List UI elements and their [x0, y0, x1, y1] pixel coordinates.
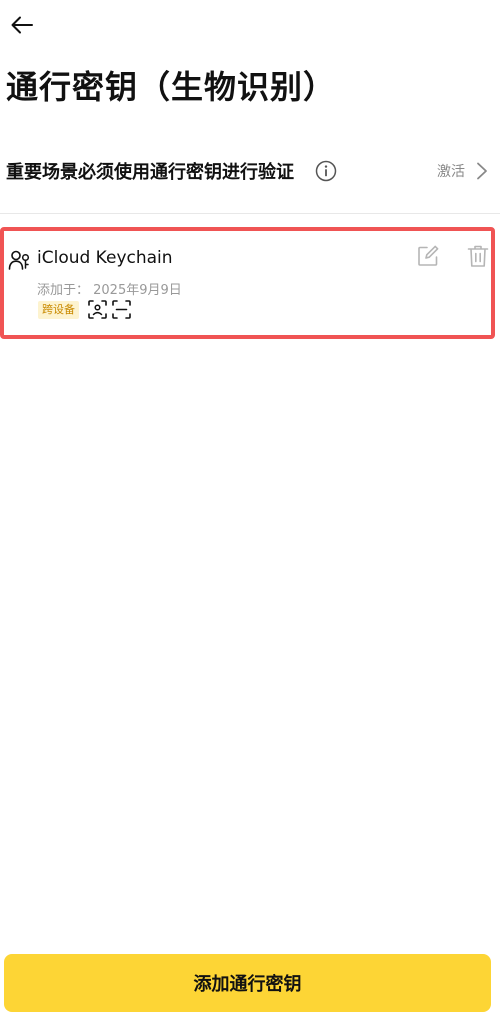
users-icon	[8, 250, 30, 270]
back-button[interactable]	[4, 8, 40, 42]
passkey-card: iCloud Keychain 添加于： 2025年9月9日 跨设备	[0, 227, 495, 339]
page-title: 通行密钥（生物识别）	[6, 68, 337, 106]
arrow-left-icon	[11, 16, 33, 34]
add-passkey-button[interactable]: 添加通行密钥	[4, 954, 491, 1012]
verification-setting-row[interactable]: 重要场景必须使用通行密钥进行验证 激活	[0, 148, 500, 194]
passkey-name: iCloud Keychain	[37, 248, 173, 268]
cross-device-badge: 跨设备	[38, 301, 79, 319]
edit-icon[interactable]	[416, 244, 440, 268]
trash-icon[interactable]	[467, 244, 489, 268]
face-id-icon	[88, 300, 107, 319]
info-icon[interactable]	[315, 160, 337, 182]
chevron-right-icon	[477, 162, 487, 180]
scan-frame-icon	[112, 300, 131, 319]
divider	[0, 213, 500, 214]
setting-label: 重要场景必须使用通行密钥进行验证	[6, 162, 294, 183]
setting-status: 激活	[437, 164, 465, 180]
passkey-added-date: 添加于： 2025年9月9日	[37, 283, 182, 298]
